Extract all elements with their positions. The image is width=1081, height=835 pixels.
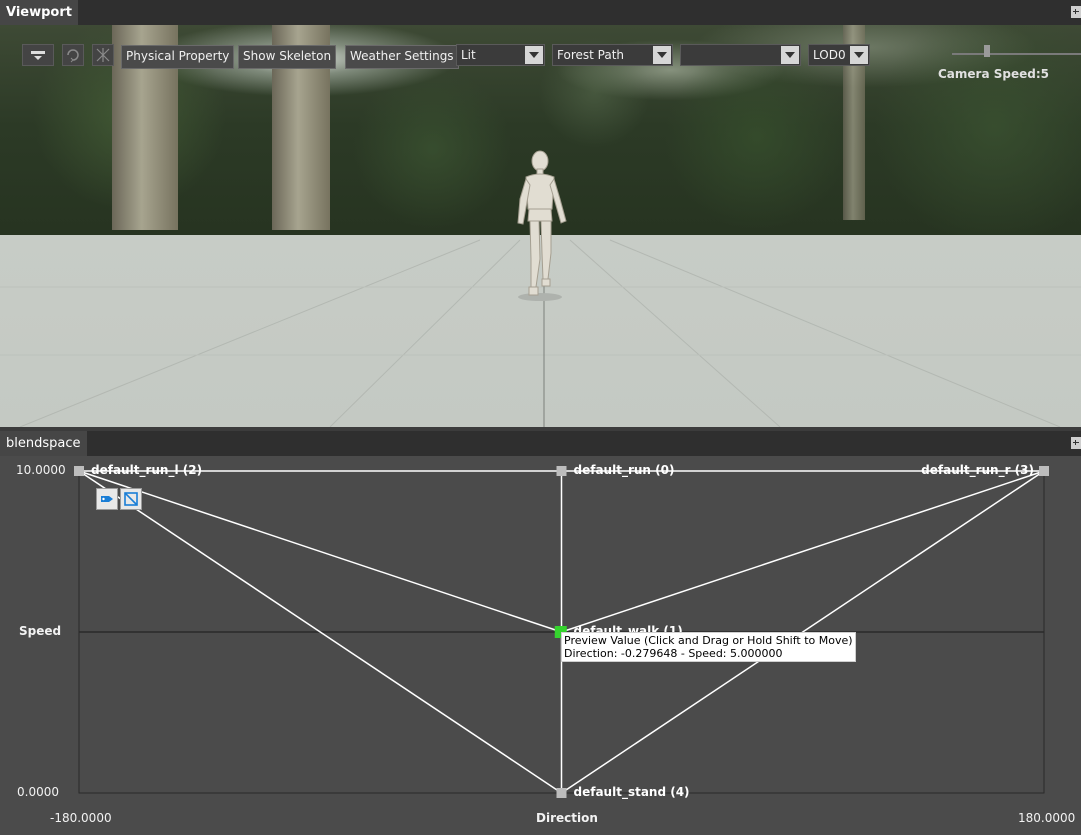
chevron-down-icon[interactable] bbox=[781, 46, 799, 64]
blendspace-panel[interactable]: 10.0000 Speed 0.0000 -180.0000 Direction… bbox=[0, 456, 1081, 835]
preview-tooltip-line2: Direction: -0.279648 - Speed: 5.000000 bbox=[564, 647, 783, 660]
show-skeleton-button[interactable]: Show Skeleton bbox=[238, 45, 337, 69]
sample-point[interactable] bbox=[556, 466, 567, 476]
triangle-edge bbox=[78, 470, 562, 633]
sample-label: default_run (0) bbox=[573, 463, 675, 477]
character-model bbox=[517, 150, 567, 301]
blendspace-maximize-icon[interactable] bbox=[1071, 437, 1081, 449]
skeleton-view-icon[interactable] bbox=[92, 44, 114, 66]
lod-value: LOD0 bbox=[813, 48, 846, 62]
camera-speed-slider[interactable] bbox=[952, 53, 1081, 55]
blendspace-tab[interactable]: blendspace bbox=[0, 431, 87, 456]
camera-speed-slider-thumb[interactable] bbox=[984, 45, 990, 57]
tag-icon[interactable] bbox=[96, 488, 118, 510]
camera-speed-label: Camera Speed:5 bbox=[938, 67, 1049, 81]
sample-point[interactable] bbox=[556, 788, 567, 798]
view-mode-select[interactable]: Lit bbox=[456, 44, 545, 66]
viewport-3d[interactable]: Physical Property Show Skeleton Weather … bbox=[0, 25, 1081, 427]
triangulate-icon[interactable] bbox=[120, 488, 142, 510]
environment-select[interactable]: Forest Path bbox=[552, 44, 673, 66]
viewport-tab-bar: Viewport bbox=[0, 0, 1081, 25]
weather-settings-button[interactable]: Weather Settings bbox=[345, 45, 459, 69]
blendspace-graph[interactable] bbox=[0, 456, 1081, 835]
environment-value: Forest Path bbox=[557, 48, 625, 62]
viewport-tab[interactable]: Viewport bbox=[0, 0, 78, 25]
empty-select[interactable] bbox=[680, 44, 801, 66]
chevron-down-icon[interactable] bbox=[653, 46, 671, 64]
triangle-edge bbox=[561, 470, 1045, 633]
viewport-maximize-icon[interactable] bbox=[1071, 6, 1081, 18]
sample-point[interactable] bbox=[74, 466, 84, 476]
refresh-icon[interactable] bbox=[62, 44, 84, 66]
lod-select[interactable]: LOD0 bbox=[808, 44, 870, 66]
chevron-down-icon[interactable] bbox=[850, 46, 868, 64]
sample-label: default_run_l (2) bbox=[91, 463, 203, 477]
chevron-down-icon[interactable] bbox=[525, 46, 543, 64]
sample-point[interactable] bbox=[1039, 466, 1049, 476]
physical-property-button[interactable]: Physical Property bbox=[121, 45, 235, 69]
blendspace-tab-bar: blendspace bbox=[0, 431, 1081, 456]
preview-tooltip-line1: Preview Value (Click and Drag or Hold Sh… bbox=[564, 634, 853, 647]
preview-tooltip: Preview Value (Click and Drag or Hold Sh… bbox=[561, 632, 856, 662]
sample-label: default_stand (4) bbox=[573, 785, 690, 799]
camera-menu-icon[interactable] bbox=[22, 44, 54, 66]
view-mode-value: Lit bbox=[461, 48, 476, 62]
sample-label: default_run_r (3) bbox=[921, 463, 1034, 477]
viewport-toolbar: Physical Property Show Skeleton Weather … bbox=[0, 25, 1081, 85]
